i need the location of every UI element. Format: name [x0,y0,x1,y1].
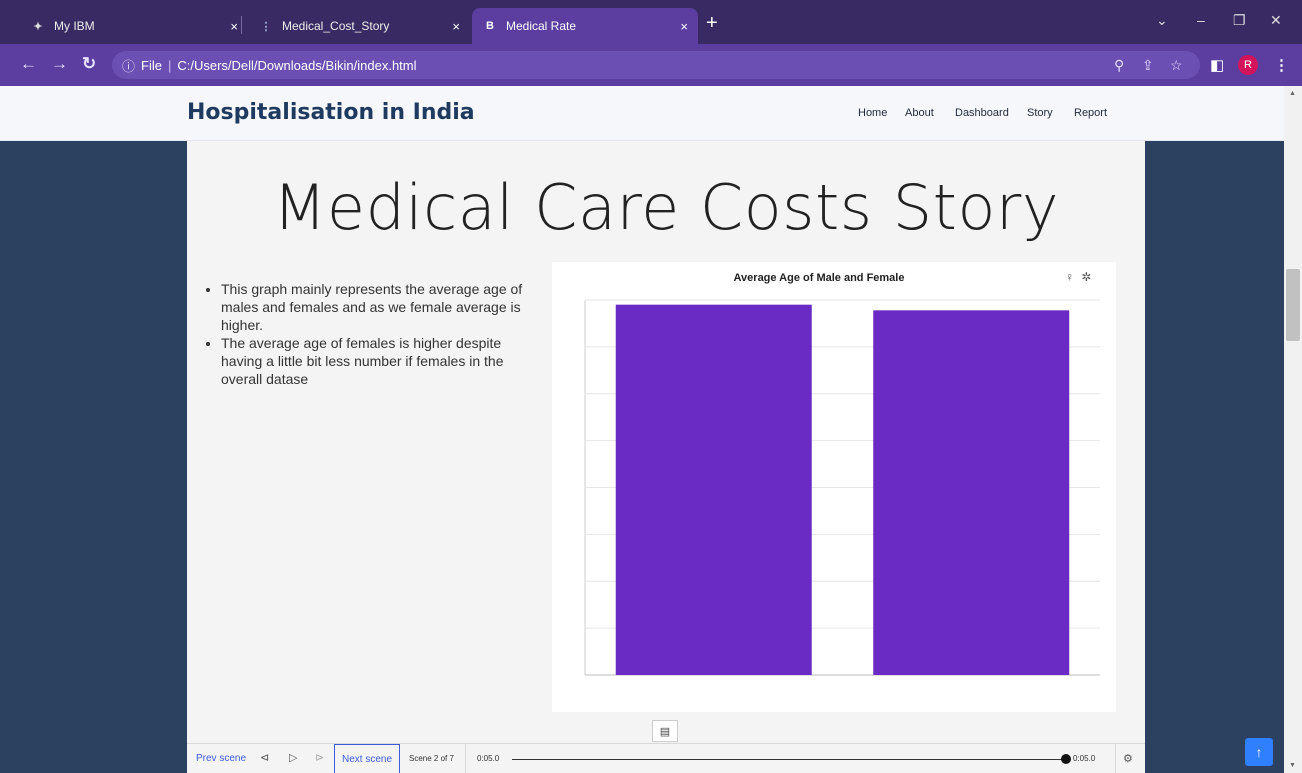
forward-arrow-icon[interactable]: → [51,55,68,73]
tab-medical-rate[interactable]: B Medical Rate × [472,8,698,44]
tab-my-ibm[interactable]: ✦ My IBM × [20,8,248,44]
note-item: This graph mainly represents the average… [221,280,545,334]
time-total: 0:05.0 [1073,754,1096,763]
story-player-bar: Prev scene ⊲ ▷ ⊳ Next scene Scene 2 of 7… [187,743,1145,773]
cognos-icon: ⋮ [260,20,272,33]
tab-label: Medical_Cost_Story [282,19,390,33]
bootstrap-icon: B [486,20,494,32]
site-title[interactable]: Hospitalisation in India [187,100,475,125]
site-navbar: Hospitalisation in India Home About Dash… [0,86,1284,141]
browser-tab-bar: ✦ My IBM × ⋮ Medical_Cost_Story × B Medi… [0,0,1302,44]
ibm-bee-icon: ✦ [33,20,43,33]
tab-label: Medical Rate [506,19,577,33]
url-scheme-label: File [141,57,162,73]
site-info-icon[interactable]: ⓘ [122,56,135,75]
window-close-icon[interactable]: ✕ [1270,12,1282,29]
back-arrow-icon[interactable]: ← [20,55,37,73]
close-icon[interactable]: × [452,19,460,34]
tab-search-chevron-icon[interactable]: ⌄ [1156,12,1168,29]
bar[interactable] [615,304,812,675]
bar[interactable] [873,310,1070,675]
bar-chart [584,299,1100,676]
share-icon[interactable]: ⇪ [1142,57,1154,74]
story-title: Medical Care Costs Story [272,171,1060,244]
tab-label: My IBM [54,19,95,33]
tab-divider [241,16,242,34]
nav-home[interactable]: Home [858,107,887,119]
tab-medical-cost-story[interactable]: ⋮ Medical_Cost_Story × [248,8,470,44]
close-icon[interactable]: × [230,19,238,34]
nav-about[interactable]: About [905,107,934,119]
profile-avatar[interactable]: R [1238,55,1258,75]
prev-scene-button[interactable]: Prev scene [196,753,246,764]
page-scrollbar[interactable]: ▲ ▼ [1284,86,1302,773]
browser-address-bar: ← → ↻ ⓘ File | C:/Users/Dell/Downloads/B… [0,44,1302,86]
divider [1115,744,1116,773]
zoom-search-icon[interactable]: ⚲ [1114,57,1124,74]
url-divider: | [167,57,172,73]
story-embed: Medical Care Costs Story This graph main… [187,141,1145,773]
chart-card[interactable]: Average Age of Male and Female ♀ ✲ [552,262,1116,712]
kebab-menu-icon[interactable]: ⋮ [1274,56,1289,74]
time-elapsed: 0:05.0 [477,754,500,763]
nav-dashboard[interactable]: Dashboard [955,107,1009,119]
skip-forward-icon[interactable]: ⊳ [315,751,324,764]
scrollbar-thumb[interactable] [1286,269,1300,341]
nav-story[interactable]: Story [1027,107,1053,119]
url-field[interactable]: ⓘ File | C:/Users/Dell/Downloads/Bikin/i… [112,51,1200,79]
bookmark-star-icon[interactable]: ☆ [1170,57,1183,74]
divider [465,744,466,773]
timeline-track[interactable] [512,759,1067,760]
timeline-handle[interactable] [1061,754,1071,764]
reload-icon[interactable]: ↻ [82,55,96,73]
side-panel-icon[interactable]: ◧ [1210,56,1224,74]
story-notes: This graph mainly represents the average… [205,280,545,388]
restore-icon[interactable]: ❐ [1233,12,1246,29]
new-tab-plus-icon[interactable]: + [706,13,718,33]
nav-report[interactable]: Report [1074,107,1107,119]
next-scene-button[interactable]: Next scene [334,744,401,773]
url-text: C:/Users/Dell/Downloads/Bikin/index.html [177,57,417,73]
minimize-icon[interactable]: – [1197,12,1205,28]
back-to-top-button[interactable]: ↑ [1245,738,1273,766]
scroll-down-icon[interactable]: ▼ [1289,762,1296,769]
play-icon[interactable]: ▷ [289,751,297,764]
scene-counter: Scene 2 of 7 [409,754,454,763]
close-icon[interactable]: × [680,19,688,34]
scene-list-icon[interactable]: ▤ [652,720,678,742]
scroll-up-icon[interactable]: ▲ [1289,90,1296,97]
skip-back-icon[interactable]: ⊲ [260,751,269,764]
note-item: The average age of females is higher des… [221,334,545,388]
gear-icon[interactable]: ⚙ [1123,752,1133,765]
